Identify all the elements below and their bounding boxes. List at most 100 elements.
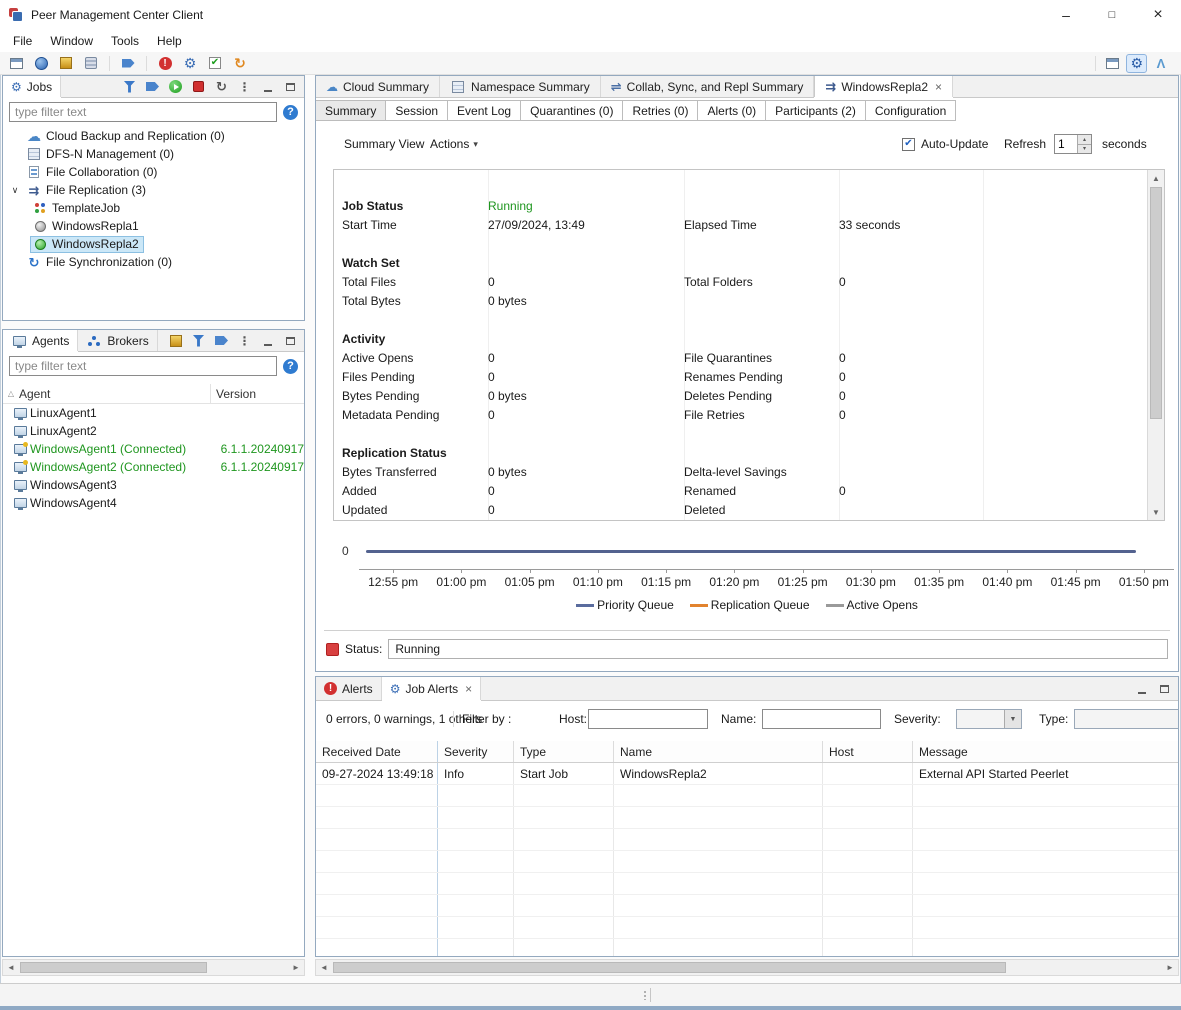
menu-file[interactable]: File	[4, 30, 41, 52]
menu-tools[interactable]: Tools	[102, 30, 148, 52]
column-header-severity[interactable]: Severity	[438, 741, 514, 762]
tree-item-cloud-backup[interactable]: ☁ Cloud Backup and Replication (0)	[3, 127, 304, 145]
maximize-panel-icon[interactable]	[1154, 680, 1175, 698]
tab-collab-sync-repl-summary[interactable]: ⇌ Collab, Sync, and Repl Summary	[601, 76, 815, 97]
maximize-panel-icon[interactable]	[280, 332, 301, 350]
agent-row[interactable]: WindowsAgent3	[3, 476, 304, 494]
subtab-retries[interactable]: Retries (0)	[622, 100, 698, 121]
pmc-perspective-icon[interactable]: ⚙	[1126, 54, 1147, 73]
agent-row[interactable]: WindowsAgent1 (Connected) 6.1.1.20240917	[3, 440, 304, 458]
jobs-filter-input[interactable]	[9, 102, 277, 122]
stop-job-icon[interactable]	[188, 78, 209, 96]
view-menu-icon[interactable]: ⋮	[234, 78, 255, 96]
auto-update-checkbox[interactable]: ✔	[902, 132, 915, 156]
tab-jobs[interactable]: ⚙ Jobs	[3, 76, 61, 97]
column-header-version[interactable]: Version	[210, 384, 304, 403]
web-client-icon[interactable]	[32, 54, 50, 72]
tab-brokers[interactable]: Brokers	[78, 330, 157, 351]
start-job-icon[interactable]	[165, 78, 186, 96]
scroll-left-icon[interactable]: ◄	[3, 960, 19, 975]
minimize-panel-icon[interactable]	[1131, 680, 1152, 698]
help-icon[interactable]: ?	[283, 359, 298, 374]
severity-select[interactable]: ▼	[956, 709, 1022, 729]
actions-dropdown[interactable]: Actions ▾	[430, 132, 478, 156]
filter-icon[interactable]	[119, 78, 140, 96]
tag-icon[interactable]	[211, 332, 232, 350]
subtab-participants[interactable]: Participants (2)	[765, 100, 866, 121]
agent-row[interactable]: WindowsAgent4	[3, 494, 304, 512]
tab-cloud-summary[interactable]: ☁ Cloud Summary	[316, 76, 440, 97]
minimize-button[interactable]: –	[1043, 0, 1089, 30]
tag-icon[interactable]	[119, 54, 137, 72]
tree-item-templatejob[interactable]: TemplateJob	[3, 199, 304, 217]
scroll-up-icon[interactable]: ▲	[1148, 170, 1164, 186]
tree-item-file-collaboration[interactable]: File Collaboration (0)	[3, 163, 304, 181]
close-button[interactable]: ×	[1135, 0, 1181, 30]
tab-namespace-summary[interactable]: Namespace Summary	[440, 76, 601, 97]
tag-icon[interactable]	[142, 78, 163, 96]
subtab-quarantines[interactable]: Quarantines (0)	[520, 100, 623, 121]
tab-windowsrepla2[interactable]: ⇉ WindowsRepla2 ×	[814, 76, 953, 97]
tree-item-file-replication[interactable]: ∨ ⇉ File Replication (3)	[3, 181, 304, 199]
tab-alerts[interactable]: ! Alerts	[316, 677, 382, 700]
settings-gear-icon[interactable]: ⚙	[181, 54, 199, 72]
close-tab-icon[interactable]: ×	[465, 682, 472, 696]
scrollbar-thumb[interactable]	[20, 962, 207, 973]
tab-job-alerts[interactable]: ⚙ Job Alerts ×	[382, 677, 481, 700]
refresh-seconds-input[interactable]	[1055, 135, 1077, 153]
restart-job-icon[interactable]: ↻	[211, 78, 232, 96]
new-job-icon[interactable]	[7, 54, 25, 72]
minimize-panel-icon[interactable]	[257, 332, 278, 350]
tree-item-windowsrepla1[interactable]: WindowsRepla1	[3, 217, 304, 235]
alerts-icon[interactable]: !	[156, 54, 174, 72]
column-header-name[interactable]: Name	[614, 741, 823, 762]
name-filter-input[interactable]	[762, 709, 881, 729]
subtab-session[interactable]: Session	[385, 100, 448, 121]
tree-item-dfs-management[interactable]: DFS-N Management (0)	[3, 145, 304, 163]
close-tab-icon[interactable]: ×	[935, 80, 942, 94]
type-select[interactable]	[1074, 709, 1179, 729]
subtab-summary[interactable]: Summary	[315, 100, 386, 121]
menu-window[interactable]: Window	[41, 30, 102, 52]
install-package-icon[interactable]	[57, 54, 75, 72]
menu-help[interactable]: Help	[148, 30, 191, 52]
statusbar-grip[interactable]	[644, 991, 646, 1000]
view-menu-icon[interactable]: ⋮	[234, 332, 255, 350]
spinner-up-icon[interactable]: ▴	[1078, 135, 1091, 145]
subtab-alerts[interactable]: Alerts (0)	[697, 100, 766, 121]
misc-perspective-icon[interactable]: Λ	[1152, 54, 1170, 72]
scroll-right-icon[interactable]: ►	[1162, 960, 1178, 975]
tree-item-windowsrepla2[interactable]: WindowsRepla2	[3, 235, 304, 253]
agents-filter-input[interactable]	[9, 356, 277, 376]
column-header-host[interactable]: Host	[823, 741, 913, 762]
open-perspective-icon[interactable]	[1103, 54, 1121, 72]
scroll-right-icon[interactable]: ►	[288, 960, 304, 975]
maximize-panel-icon[interactable]	[280, 78, 301, 96]
storage-icon[interactable]	[82, 54, 100, 72]
host-filter-input[interactable]	[588, 709, 708, 729]
alert-row[interactable]: 09-27-2024 13:49:18 Info Start Job Windo…	[316, 763, 1178, 785]
agent-row[interactable]: LinuxAgent2	[3, 422, 304, 440]
scrollbar-thumb[interactable]	[333, 962, 1006, 973]
column-header-type[interactable]: Type	[514, 741, 614, 762]
tasks-check-icon[interactable]: ✔	[206, 54, 224, 72]
agent-row[interactable]: WindowsAgent2 (Connected) 6.1.1.20240917	[3, 458, 304, 476]
spinner-down-icon[interactable]: ▾	[1078, 145, 1091, 154]
agent-row[interactable]: LinuxAgent1	[3, 404, 304, 422]
minimize-panel-icon[interactable]	[257, 78, 278, 96]
filter-icon[interactable]	[188, 332, 209, 350]
column-header-agent[interactable]: Agent	[19, 387, 210, 401]
column-header-received-date[interactable]: Received Date	[316, 741, 438, 762]
subtab-event-log[interactable]: Event Log	[447, 100, 521, 121]
tab-agents[interactable]: Agents	[3, 330, 78, 351]
chevron-down-icon[interactable]: ∨	[8, 185, 22, 196]
scroll-left-icon[interactable]: ◄	[316, 960, 332, 975]
scrollbar-thumb[interactable]	[1150, 187, 1162, 419]
edit-agent-icon[interactable]	[165, 332, 186, 350]
column-header-message[interactable]: Message	[913, 741, 1178, 762]
status-stop-icon[interactable]	[326, 643, 339, 656]
tree-item-file-synchronization[interactable]: ↻ File Synchronization (0)	[3, 253, 304, 271]
maximize-button[interactable]: □	[1089, 0, 1135, 30]
refresh-icon[interactable]: ↻	[231, 54, 249, 72]
help-icon[interactable]: ?	[283, 105, 298, 120]
